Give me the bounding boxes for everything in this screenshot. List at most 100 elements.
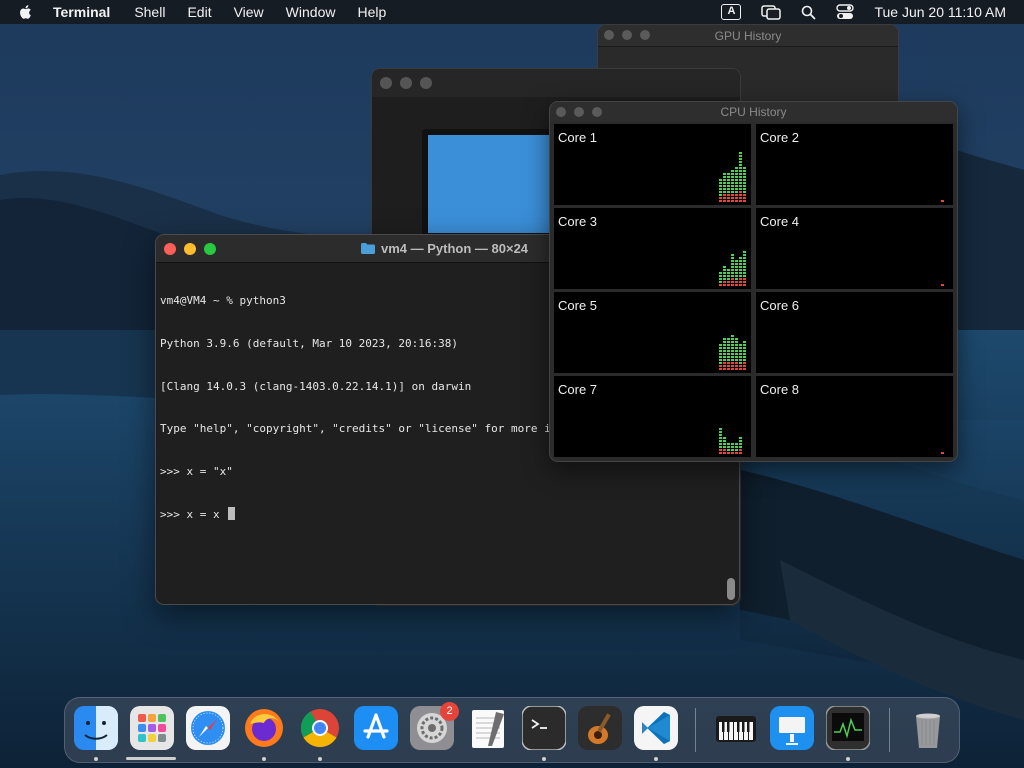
cpu-load-segment [739, 182, 742, 184]
dock-item-textedit[interactable] [466, 706, 510, 750]
terminal-input[interactable]: >>> x = x [160, 508, 226, 521]
menu-edit[interactable]: Edit [187, 4, 211, 20]
zoom-button[interactable] [204, 243, 216, 255]
cpu-load-segment [735, 185, 738, 187]
cpu-load-segment [723, 191, 726, 193]
cpu-load-segment [735, 266, 738, 268]
screen-mirroring-icon[interactable] [761, 4, 782, 20]
terminal-scrollbar[interactable] [727, 578, 735, 600]
menu-app-name[interactable]: Terminal [53, 4, 110, 20]
cpu-load-segment [727, 449, 730, 451]
cpu-load-segment [731, 194, 734, 196]
cpu-load-segment [723, 185, 726, 187]
cpu-load-segment [739, 356, 742, 358]
dock-item-keynote[interactable] [770, 706, 814, 750]
gpu-history-titlebar[interactable]: GPU History [598, 25, 898, 47]
dock-item-finder[interactable] [74, 706, 118, 750]
background-window-titlebar[interactable] [372, 69, 740, 97]
cpu-core-panel: Core 7 [554, 376, 751, 457]
cpu-core-panel: Core 5 [554, 292, 751, 373]
cpu-load-segment [743, 188, 746, 190]
zoom-button[interactable] [420, 77, 432, 89]
cpu-load-segment [727, 194, 730, 196]
background-window-controls [380, 77, 440, 89]
running-indicator [94, 757, 98, 761]
cpu-load-segment [727, 353, 730, 355]
cpu-history-titlebar[interactable]: CPU History [550, 102, 957, 122]
cpu-load-segment [723, 368, 726, 370]
cpu-load-segment [719, 350, 722, 352]
cpu-load-segment [739, 269, 742, 271]
cpu-load-segment [723, 194, 726, 196]
menu-window[interactable]: Window [286, 4, 336, 20]
cpu-load-segment [719, 197, 722, 199]
dock-item-piano-keyboard[interactable] [714, 706, 758, 750]
cpu-load-segment [723, 200, 726, 202]
cpu-load-segment [739, 152, 742, 154]
cpu-load-segment [719, 185, 722, 187]
cpu-load-segment [719, 428, 722, 430]
dock-item-app-store[interactable] [354, 706, 398, 750]
cpu-load-segment [739, 278, 742, 280]
cpu-load-segment [735, 353, 738, 355]
cpu-load-segment [739, 197, 742, 199]
apple-logo-icon[interactable] [17, 3, 35, 21]
cpu-load-segment [719, 356, 722, 358]
keynote-icon [770, 706, 814, 750]
dock-item-trash[interactable] [906, 706, 950, 750]
cpu-load-segment [739, 179, 742, 181]
control-center-icon[interactable] [836, 4, 855, 20]
cpu-load-segment [723, 284, 726, 286]
close-button[interactable] [164, 243, 176, 255]
cpu-core-label: Core 1 [558, 130, 598, 145]
dock-item-launchpad[interactable] [130, 706, 174, 750]
menu-help[interactable]: Help [357, 4, 386, 20]
cpu-load-segment [727, 281, 730, 283]
cpu-load-segment [731, 359, 734, 361]
cpu-load-segment [727, 350, 730, 352]
cpu-load-segment [719, 179, 722, 181]
cpu-load-segment [727, 179, 730, 181]
dock-item-terminal[interactable] [522, 706, 566, 750]
cpu-load-segment [727, 347, 730, 349]
cpu-core-grid: Core 1 Core 2 Core 3 Core 4 Core 5 Core 6 Core… [554, 124, 953, 458]
dock-item-system-preferences[interactable]: 2 [410, 702, 459, 750]
dock-item-activity-monitor[interactable] [826, 706, 870, 750]
cpu-load-segment [735, 197, 738, 199]
dock-item-vscode[interactable] [634, 706, 678, 750]
close-button[interactable] [380, 77, 392, 89]
menu-shell[interactable]: Shell [134, 4, 165, 20]
cpu-load-segment [743, 362, 746, 364]
cpu-load-segment [743, 257, 746, 259]
dock-item-safari[interactable] [186, 706, 230, 750]
cpu-core-panel: Core 1 [554, 124, 751, 205]
dock-item-chrome[interactable] [298, 706, 342, 750]
cpu-load-segment [723, 347, 726, 349]
cpu-load-segment [727, 452, 730, 454]
spotlight-search-icon[interactable] [801, 5, 816, 20]
cpu-load-segment [719, 194, 722, 196]
cpu-load-segment [723, 272, 726, 274]
menu-bar-clock[interactable]: Tue Jun 20 11:10 AM [874, 4, 1006, 20]
minimize-button[interactable] [184, 243, 196, 255]
dock-item-garageband[interactable] [578, 706, 622, 750]
cpu-load-segment [719, 275, 722, 277]
input-source-icon[interactable]: A [721, 4, 742, 20]
cpu-load-segment [727, 173, 730, 175]
cpu-load-segment [727, 191, 730, 193]
dock-item-firefox[interactable] [242, 706, 286, 750]
cpu-load-segment [723, 173, 726, 175]
menu-view[interactable]: View [234, 4, 264, 20]
minimize-button[interactable] [400, 77, 412, 89]
cpu-load-segment [735, 344, 738, 346]
cpu-load-segment [719, 362, 722, 364]
cpu-load-segment [739, 257, 742, 259]
cpu-load-segment [719, 440, 722, 442]
cpu-load-segment [731, 347, 734, 349]
cpu-load-segment [743, 284, 746, 286]
cpu-load-segment [739, 353, 742, 355]
terminal-prompt-line[interactable]: >>> x = x [160, 507, 725, 521]
piano-keyboard-icon [716, 716, 756, 742]
menu-bar: Terminal Shell Edit View Window Help A T… [0, 0, 1024, 24]
running-indicator [318, 757, 322, 761]
